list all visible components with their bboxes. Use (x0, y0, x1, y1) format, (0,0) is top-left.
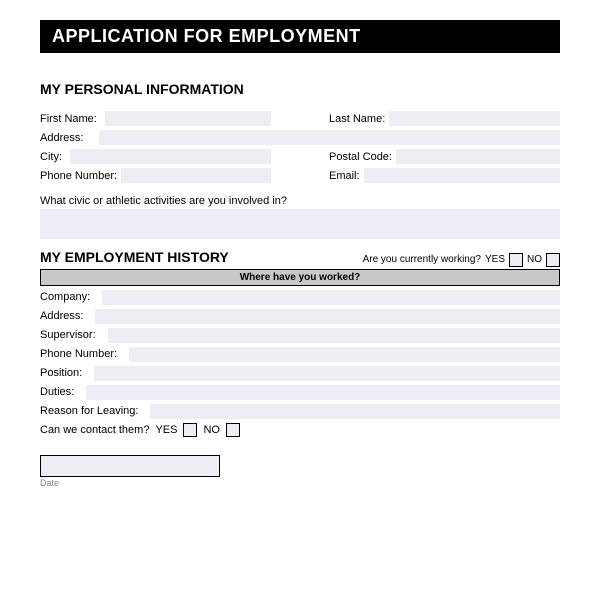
company-input[interactable] (102, 290, 560, 305)
row-city-postal: City: Postal Code: (40, 149, 560, 164)
reason-label: Reason for Leaving: (40, 405, 138, 417)
email-input[interactable] (364, 168, 560, 183)
phone-label: Phone Number: (40, 170, 117, 182)
row-position: Position: (40, 366, 560, 381)
where-worked-band: Where have you worked? (40, 269, 560, 286)
currently-working-no-checkbox[interactable] (546, 253, 560, 267)
duties-label: Duties: (40, 386, 74, 398)
email-label: Email: (329, 170, 360, 182)
contact-no-checkbox[interactable] (226, 423, 240, 437)
activities-label: What civic or athletic activities are yo… (40, 195, 560, 207)
row-name: First Name: Last Name: (40, 111, 560, 126)
activities-input[interactable] (40, 209, 560, 239)
contact-yes-label: YES (155, 424, 177, 436)
currently-working-label: Are you currently working? (363, 254, 481, 265)
address-input[interactable] (99, 130, 560, 145)
row-company: Company: (40, 290, 560, 305)
city-input[interactable] (70, 149, 271, 164)
postal-code-label: Postal Code: (329, 151, 392, 163)
currently-working-group: Are you currently working? YES NO (363, 253, 560, 267)
phone-input[interactable] (121, 168, 271, 183)
duties-input[interactable] (86, 385, 560, 400)
row-supervisor: Supervisor: (40, 328, 560, 343)
company-label: Company: (40, 291, 90, 303)
row-reason: Reason for Leaving: (40, 404, 560, 419)
contact-yes-checkbox[interactable] (183, 423, 197, 437)
supervisor-input[interactable] (108, 328, 560, 343)
position-input[interactable] (94, 366, 560, 381)
city-label: City: (40, 151, 62, 163)
emp-phone-input[interactable] (129, 347, 560, 362)
row-duties: Duties: (40, 385, 560, 400)
row-emp-phone: Phone Number: (40, 347, 560, 362)
page-title: APPLICATION FOR EMPLOYMENT (52, 26, 361, 46)
date-input[interactable] (40, 455, 220, 477)
date-label: Date (40, 478, 560, 488)
contact-label: Can we contact them? (40, 424, 149, 436)
no-label: NO (527, 254, 542, 265)
emp-address-input[interactable] (95, 309, 560, 324)
last-name-input[interactable] (389, 111, 560, 126)
currently-working-yes-checkbox[interactable] (509, 253, 523, 267)
row-address: Address: (40, 130, 560, 145)
employment-section-title: MY EMPLOYMENT HISTORY (40, 249, 229, 265)
position-label: Position: (40, 367, 82, 379)
row-phone-email: Phone Number: Email: (40, 168, 560, 183)
first-name-label: First Name: (40, 113, 97, 125)
row-contact: Can we contact them? YES NO (40, 423, 560, 437)
address-label: Address: (40, 132, 83, 144)
postal-code-input[interactable] (396, 149, 560, 164)
emp-phone-label: Phone Number: (40, 348, 117, 360)
supervisor-label: Supervisor: (40, 329, 96, 341)
reason-input[interactable] (150, 404, 560, 419)
personal-section-title: MY PERSONAL INFORMATION (40, 81, 560, 97)
yes-label: YES (485, 254, 505, 265)
first-name-input[interactable] (105, 111, 271, 126)
last-name-label: Last Name: (329, 113, 385, 125)
contact-no-label: NO (203, 424, 220, 436)
page-title-bar: APPLICATION FOR EMPLOYMENT (40, 20, 560, 53)
emp-address-label: Address: (40, 310, 83, 322)
row-emp-address: Address: (40, 309, 560, 324)
